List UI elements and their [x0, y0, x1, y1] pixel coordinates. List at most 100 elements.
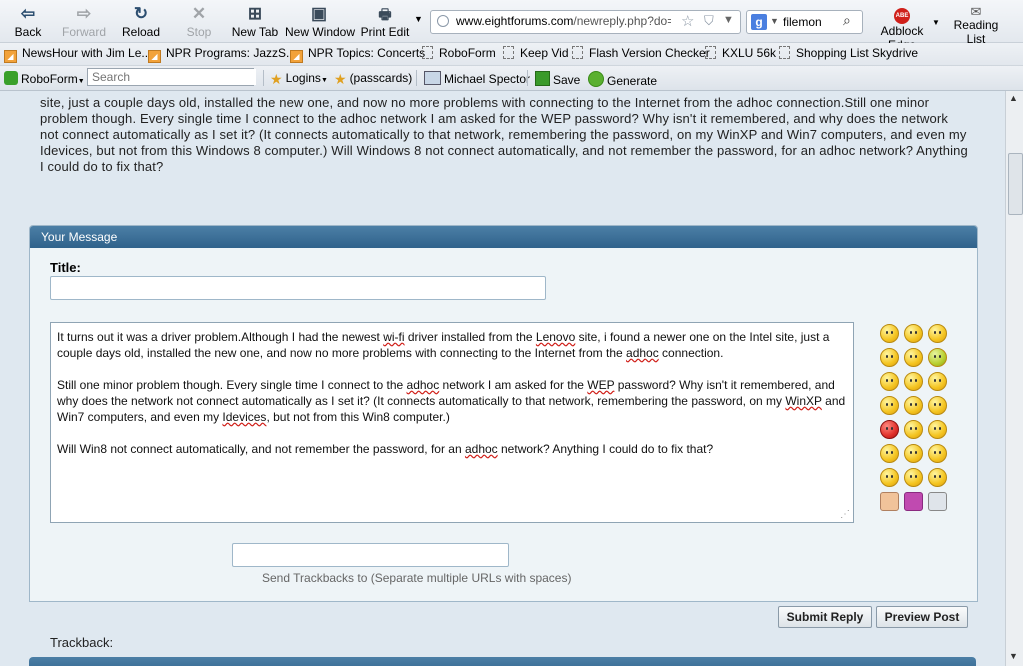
stop-button[interactable]: ✕ Stop [184, 4, 214, 39]
print-edit-dropdown-icon[interactable]: ▼ [414, 14, 423, 24]
star-logins-icon: ★ [270, 71, 283, 87]
roboform-search-input[interactable] [87, 68, 256, 86]
roboform-toolbar: RoboForm▼ ★Logins▼ ★(passcards) Michael … [0, 66, 1023, 91]
print-edit-button[interactable]: 🖶 Print Edit [357, 4, 413, 39]
frown-icon[interactable] [880, 372, 899, 391]
identity-button[interactable]: Michael Spector [424, 71, 530, 86]
smile-icon[interactable] [904, 348, 923, 367]
search-bar[interactable]: g ▼ filemon ⌕ [746, 10, 863, 34]
eek-icon[interactable] [904, 468, 923, 487]
search-value[interactable]: filemon [783, 15, 822, 29]
stop-icon: ✕ [191, 4, 207, 23]
wink-icon[interactable] [928, 324, 947, 343]
passcards-button[interactable]: ★ (passcards) [334, 71, 412, 88]
nerd-icon[interactable] [904, 444, 923, 463]
confused-icon[interactable] [880, 396, 899, 415]
angry-icon[interactable] [928, 372, 947, 391]
smile-icon[interactable] [880, 444, 899, 463]
bookmarks-bar: ◢ NewsHour with Jim Le... ◢ NPR Programs: … [0, 43, 1023, 66]
rss-icon: ◢ [290, 50, 303, 63]
party-icon[interactable] [928, 420, 947, 439]
back-arrow-icon: ⇦ [20, 4, 36, 23]
save-icon [535, 71, 550, 86]
smile-icon[interactable] [880, 324, 899, 343]
bookmark-item[interactable]: ◢ NPR Programs: JazzS... [148, 46, 296, 63]
roboform-search-field[interactable] [88, 69, 256, 85]
toolbar-separator [527, 70, 528, 86]
bookmark-item[interactable]: ◢ NewsHour with Jim Le... [4, 46, 151, 63]
page-icon [422, 46, 433, 59]
computer-icon[interactable] [928, 492, 947, 511]
smile-icon[interactable] [880, 468, 899, 487]
title-input[interactable] [50, 276, 546, 300]
identity-card-icon [424, 71, 441, 85]
resize-grip-icon[interactable]: ⋰ [840, 509, 850, 520]
page-content: site, just a couple days old, installed … [0, 91, 1005, 666]
roboform-icon [4, 71, 18, 85]
message-text[interactable]: It turns out it was a driver problem.Alt… [57, 329, 847, 457]
url-dropdown-icon[interactable]: ▼ [723, 14, 734, 26]
scroll-down-icon[interactable]: ▼ [1009, 651, 1018, 661]
bookmark-item[interactable]: Flash Version Checker [572, 46, 710, 60]
smile-icon[interactable] [928, 468, 947, 487]
smile-icon[interactable] [904, 396, 923, 415]
bookmark-item[interactable]: Keep Vid [503, 46, 569, 60]
new-tab-icon: ⊞ [247, 4, 263, 23]
bookmark-star-icon[interactable]: ☆ [681, 12, 694, 30]
print-edit-icon: 🖶 [378, 6, 392, 22]
toolbar-separator [263, 70, 264, 86]
search-icon[interactable]: ⌕ [843, 12, 851, 29]
search-engine-dropdown-icon[interactable]: ▼ [770, 16, 779, 26]
cool-icon[interactable] [928, 444, 947, 463]
preview-post-button[interactable]: Preview Post [876, 606, 968, 628]
shield-icon[interactable]: ⛉ [704, 13, 714, 29]
back-button[interactable]: ⇦ Back [13, 4, 43, 39]
scroll-thumb[interactable] [1008, 153, 1023, 215]
forward-button[interactable]: ⇨ Forward [62, 4, 106, 39]
dropdown-icon: ▼ [320, 77, 328, 84]
vertical-scrollbar[interactable]: ▲ ▼ [1005, 91, 1023, 666]
trackback-input[interactable] [232, 543, 509, 567]
submit-reply-button[interactable]: Submit Reply [778, 606, 872, 628]
smile-icon[interactable] [904, 324, 923, 343]
passcard-icon: ★ [334, 71, 347, 87]
dancing-icon[interactable] [904, 492, 923, 511]
dropdown-icon: ▼ [77, 78, 85, 85]
roboform-menu-button[interactable]: RoboForm▼ [4, 71, 85, 86]
quoted-message-text: site, just a couple days old, installed … [40, 95, 968, 174]
generate-icon [588, 71, 604, 87]
forward-arrow-icon: ⇨ [76, 4, 92, 23]
reading-list-icon: ✉ [970, 4, 982, 19]
smile-icon[interactable] [904, 372, 923, 391]
surprised-icon[interactable] [928, 396, 947, 415]
thumbs-up-icon[interactable] [880, 492, 899, 511]
bookmark-item[interactable]: ◢ NPR Topics: Concerts [290, 46, 425, 63]
navigation-toolbar: ⇦ Back ⇨ Forward ↻ Reload ✕ Stop ⊞ New T… [0, 0, 1023, 52]
bookmark-item[interactable]: KXLU 56k [705, 46, 776, 60]
grin-icon[interactable] [904, 420, 923, 439]
bookmark-item[interactable]: Shopping List Skydrive [779, 46, 918, 60]
url-text: www.eightforums.com/newreply.php?do=pos [456, 14, 671, 28]
adblock-dropdown-icon[interactable]: ▼ [932, 18, 940, 27]
bookmark-item[interactable]: RoboForm [422, 46, 496, 60]
reading-list-button[interactable]: ✉ Reading List [944, 4, 1008, 46]
reload-button[interactable]: ↻ Reload [121, 4, 161, 39]
globe-icon [437, 15, 449, 27]
generate-button[interactable]: Generate [588, 71, 657, 88]
google-icon[interactable]: g [751, 14, 767, 30]
logins-button[interactable]: ★ Logins▼ [270, 71, 328, 88]
page-icon [572, 46, 583, 59]
sick-icon[interactable] [928, 348, 947, 367]
scroll-up-icon[interactable]: ▲ [1009, 93, 1018, 103]
panel-header: Your Message [30, 226, 977, 248]
smile-icon[interactable] [880, 348, 899, 367]
address-bar[interactable]: www.eightforums.com/newreply.php?do=pos … [430, 10, 741, 34]
message-textarea[interactable]: It turns out it was a driver problem.Alt… [50, 322, 854, 523]
new-window-button[interactable]: ▣ New Window [285, 4, 355, 39]
mad-icon[interactable] [880, 420, 899, 439]
new-tab-button[interactable]: ⊞ New Tab [231, 4, 279, 39]
new-window-icon: ▣ [310, 4, 328, 23]
toolbar-separator [416, 70, 417, 86]
rss-icon: ◢ [148, 50, 161, 63]
save-button[interactable]: Save [535, 71, 580, 87]
